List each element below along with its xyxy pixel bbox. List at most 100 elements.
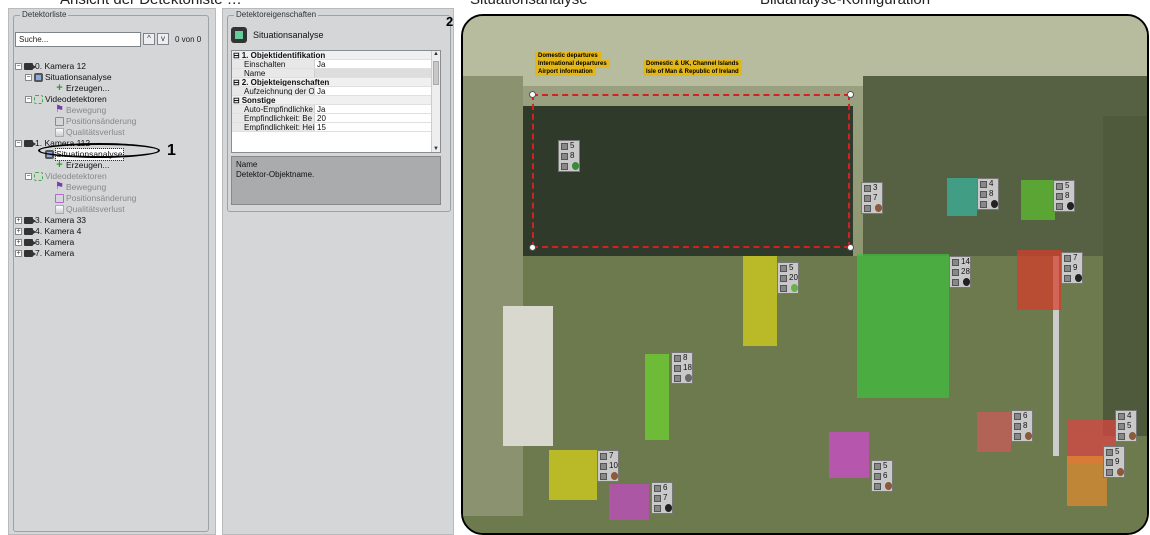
collapse-icon[interactable]: ⊟ (232, 96, 240, 104)
object-color-dot (1116, 468, 1124, 476)
area-handle[interactable] (847, 244, 854, 251)
expand-icon[interactable]: + (15, 217, 22, 224)
airport-sign-1: Domestic departures (535, 52, 601, 60)
tree-situation-analysis-0[interactable]: − Situationsanalyse (25, 72, 112, 83)
scroll-down-icon[interactable]: ▼ (432, 146, 440, 152)
prop-auto-sensitivity[interactable]: Auto-Empfindlichke Ja (232, 105, 440, 114)
prop-value[interactable]: 20 (315, 114, 440, 122)
tree-create-1[interactable]: + Erzeugen... (55, 160, 109, 171)
badge-value-a: 5 (1065, 181, 1070, 190)
tree-label: Qualitätsverlust (66, 204, 125, 214)
collapse-icon[interactable]: − (15, 63, 22, 70)
airport-sign-2: International departures (535, 60, 610, 68)
tree-position-change-0[interactable]: Positionsänderung (55, 116, 136, 127)
category-identification[interactable]: ⊟ 1. Objektidentifikation (232, 51, 440, 60)
category-object-properties[interactable]: ⊟ 2. Objekteigenschaften (232, 78, 440, 87)
airport-sign-4: Domestic & UK, Channel Islands (643, 60, 742, 68)
search-prev-button[interactable]: ^ (143, 33, 155, 45)
video-detector-icon (34, 172, 43, 181)
detector-list-title: Detektorliste (20, 10, 69, 20)
tree-quality-loss-0[interactable]: Qualitätsverlust (55, 127, 125, 138)
object-type-icon (600, 472, 607, 480)
collapse-icon[interactable]: − (25, 74, 32, 81)
object-id-icon (654, 484, 661, 492)
category-misc[interactable]: ⊟ Sonstige (232, 96, 440, 105)
badge-value-b: 20 (789, 273, 798, 282)
collapse-icon[interactable]: − (25, 96, 32, 103)
area-handle[interactable] (529, 91, 536, 98)
tree-create-0[interactable]: + Erzeugen... (55, 83, 109, 94)
object-id-icon (561, 142, 568, 150)
callout-number-1: 1 (167, 142, 176, 159)
collapse-icon[interactable]: ⊟ (232, 78, 240, 86)
tree-video-detectors-0[interactable]: − Videodetektoren (25, 94, 107, 105)
prop-enable[interactable]: Einschalten Ja (232, 60, 440, 69)
tree-motion-1[interactable]: ⚑ Bewegung (55, 182, 106, 193)
badge-value-a: 4 (1127, 411, 1132, 420)
tracked-object (857, 254, 949, 398)
object-badge: 8 18 (671, 352, 693, 384)
plus-icon: + (56, 82, 63, 94)
badge-value-b: 6 (883, 471, 888, 480)
tree-quality-loss-1[interactable]: Qualitätsverlust (55, 204, 125, 215)
object-size-icon (561, 152, 568, 160)
prop-value[interactable]: Ja (315, 60, 440, 68)
prop-name[interactable]: Name (232, 69, 440, 78)
video-preview[interactable]: Domestic departures International depart… (461, 14, 1149, 535)
badge-value-a: 4 (989, 179, 994, 188)
tree-camera-4[interactable]: +4. Kamera 4 (15, 226, 81, 237)
prop-key: Einschalten (232, 60, 315, 68)
object-badge: 5 20 (777, 262, 799, 294)
tree-position-change-1[interactable]: Positionsänderung (55, 193, 136, 204)
tree-camera-7[interactable]: +7. Kamera (15, 248, 74, 259)
prop-sensitivity-brightness[interactable]: Empfindlichkeit: Hei 15 (232, 123, 440, 132)
badge-value-b: 8 (989, 189, 994, 198)
tracked-object (645, 354, 669, 440)
area-handle[interactable] (847, 91, 854, 98)
tree-camera-3[interactable]: +3. Kamera 33 (15, 215, 86, 226)
object-color-dot (884, 482, 892, 490)
object-color-dot (874, 204, 882, 212)
detector-properties-title: Detektoreigenschaften (234, 10, 319, 20)
property-scrollbar[interactable]: ▲ ▼ (431, 51, 440, 152)
prop-value[interactable]: Ja (315, 105, 440, 113)
prop-sensitivity-motion[interactable]: Empfindlichkeit: Be 20 (232, 114, 440, 123)
object-id-icon (1106, 448, 1113, 456)
object-badge: 58 (558, 140, 580, 172)
tree-video-detectors-1[interactable]: − Videodetektoren (25, 171, 107, 182)
expand-icon[interactable]: + (15, 250, 22, 257)
area-handle[interactable] (529, 244, 536, 251)
prop-value[interactable]: Ja (315, 87, 440, 95)
scroll-up-icon[interactable]: ▲ (432, 51, 440, 57)
expand-icon[interactable]: + (15, 239, 22, 246)
expand-icon[interactable]: + (15, 228, 22, 235)
badge-value-a: 6 (663, 483, 668, 492)
tracked-object (743, 256, 777, 346)
tree-label: Qualitätsverlust (66, 127, 125, 137)
tree-label: Bewegung (66, 182, 107, 192)
tree-camera-6[interactable]: +6. Kamera (15, 237, 74, 248)
object-id-icon (1064, 254, 1071, 262)
collapse-icon[interactable]: ⊟ (232, 51, 240, 59)
tree-motion-0[interactable]: ⚑ Bewegung (55, 105, 106, 116)
prop-recording[interactable]: Aufzeichnung der O Ja (232, 87, 440, 96)
prop-value[interactable] (315, 69, 440, 77)
prop-value[interactable]: 15 (315, 123, 440, 131)
object-id-icon (600, 452, 607, 460)
search-count: 0 von 0 (175, 34, 202, 44)
object-badge: 56 (871, 460, 893, 492)
scroll-thumb[interactable] (433, 61, 439, 85)
property-description: Name Detektor-Objektname. (231, 156, 441, 205)
object-type-icon (1064, 274, 1071, 282)
search-input[interactable] (15, 31, 141, 47)
object-size-icon (980, 190, 987, 198)
callout-number-2: 2 (446, 14, 454, 29)
object-color-dot (684, 374, 692, 382)
search-next-button[interactable]: v (157, 33, 169, 45)
collapse-icon[interactable]: − (25, 173, 32, 180)
tree-label: 3. Kamera 33 (35, 215, 87, 225)
object-badge: 14 28 (949, 256, 971, 288)
object-id-icon (674, 354, 681, 362)
tree-camera-0[interactable]: − 0. Kamera 12 (15, 61, 86, 72)
collapse-icon[interactable]: − (15, 140, 22, 147)
